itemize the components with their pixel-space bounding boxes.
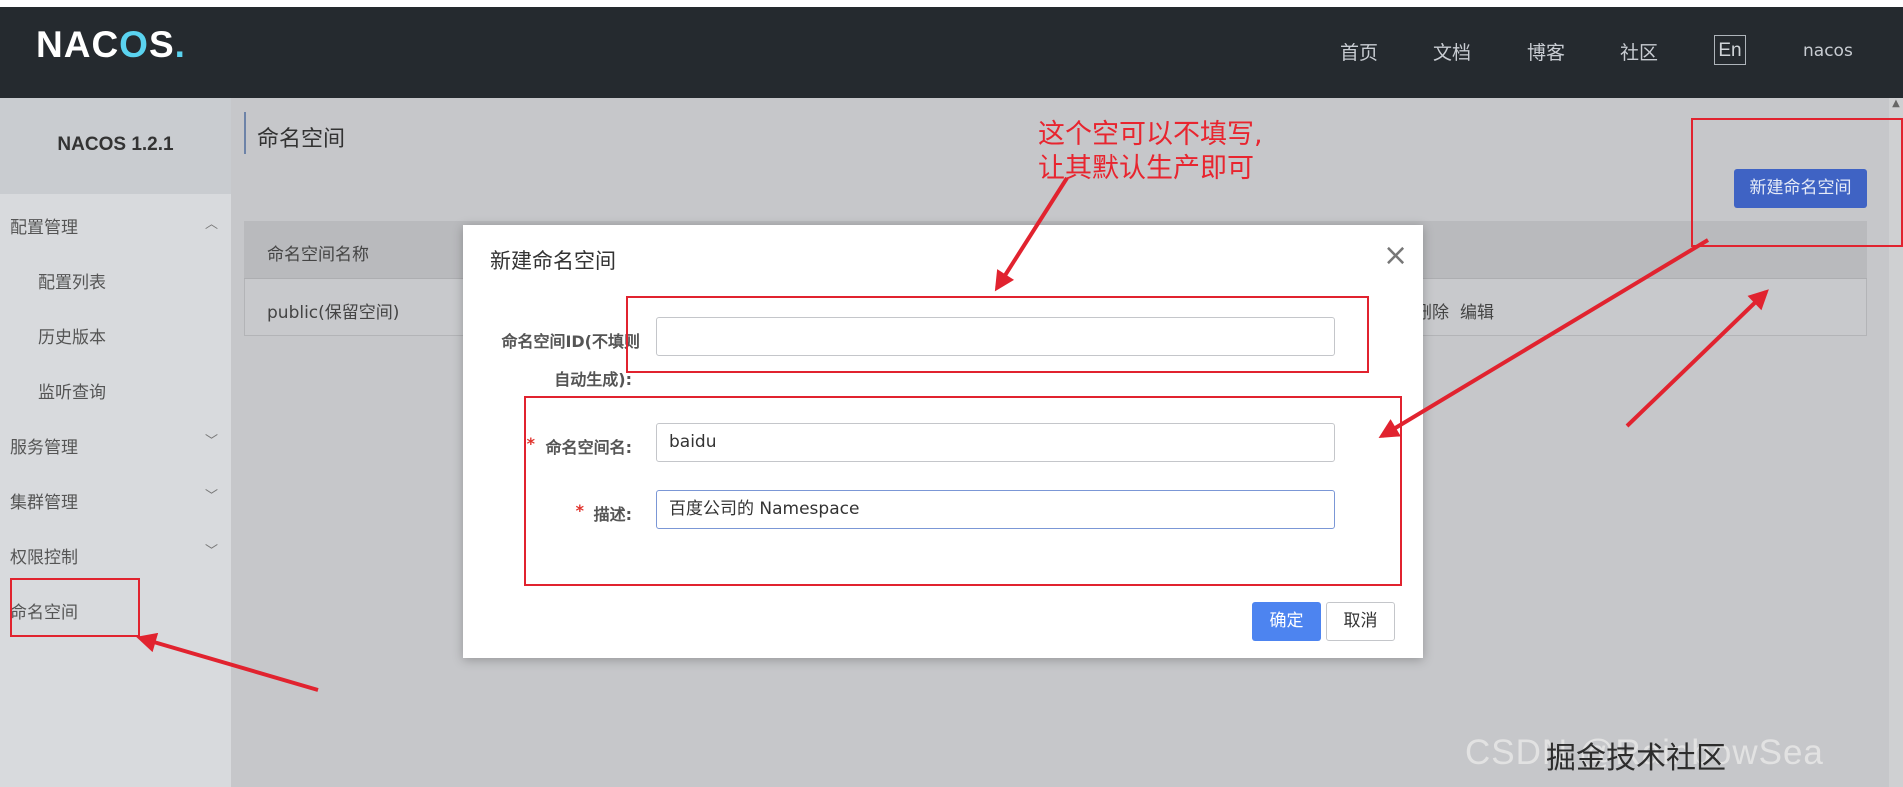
close-icon[interactable]: ×: [1383, 238, 1408, 273]
annotation-box-new-button: [1691, 118, 1903, 247]
nav-docs[interactable]: 文档: [1433, 38, 1471, 65]
scroll-up-arrow-icon[interactable]: ▲: [1889, 98, 1903, 109]
namespace-id-label-line1: 命名空间ID(不填则: [501, 332, 640, 351]
cancel-button[interactable]: 取消: [1326, 602, 1395, 641]
edit-link[interactable]: 编辑: [1460, 298, 1494, 323]
table-cell-namespace-name: public(保留空间): [267, 303, 400, 323]
annotation-note-line1: 这个空可以不填写,: [1038, 119, 1263, 150]
sidebar-item-history[interactable]: 历史版本: [38, 323, 106, 348]
sidebar-title-block: NACOS 1.2.1: [0, 98, 231, 194]
chevron-down-icon: ﹀: [205, 544, 219, 559]
watermark-front: 掘金技术社区: [1546, 742, 1726, 775]
nav-home[interactable]: 首页: [1340, 38, 1378, 65]
sidebar-item-config-list[interactable]: 配置列表: [38, 268, 106, 293]
nav-blog[interactable]: 博客: [1527, 38, 1565, 65]
page-title: 命名空间: [257, 127, 346, 152]
top-strip: [0, 0, 1903, 7]
nav-community[interactable]: 社区: [1620, 38, 1658, 65]
annotation-box-required-fields: [524, 396, 1402, 586]
dialog-title: 新建命名空间: [490, 249, 616, 273]
page-title-accent: [244, 112, 246, 154]
sidebar-title: NACOS 1.2.1: [57, 134, 174, 155]
sidebar-item-config-management[interactable]: 配置管理: [10, 213, 78, 238]
annotation-note: 这个空可以不填写, 让其默认生产即可: [1038, 118, 1263, 186]
annotation-note-line2: 让其默认生产即可: [1038, 153, 1254, 184]
confirm-button[interactable]: 确定: [1252, 602, 1321, 641]
sidebar-item-service-management[interactable]: 服务管理: [10, 433, 78, 458]
namespace-id-label-line2: 自动生成):: [554, 370, 632, 389]
language-toggle-button[interactable]: En: [1714, 35, 1746, 65]
sidebar-item-permission-control[interactable]: 权限控制: [10, 543, 78, 568]
column-header-namespace-name: 命名空间名称: [267, 245, 369, 265]
annotation-box-sidebar-namespace: [10, 578, 140, 637]
user-name[interactable]: nacos: [1803, 41, 1853, 61]
chevron-down-icon: ﹀: [205, 489, 219, 504]
sidebar-item-listener-query[interactable]: 监听查询: [38, 378, 106, 403]
chevron-up-icon: ︿: [205, 217, 219, 232]
nacos-logo[interactable]: NACOS.: [36, 24, 186, 66]
annotation-box-id-field: [626, 296, 1369, 373]
sidebar-item-cluster-management[interactable]: 集群管理: [10, 488, 78, 513]
top-header: [0, 7, 1903, 98]
chevron-down-icon: ﹀: [205, 434, 219, 449]
